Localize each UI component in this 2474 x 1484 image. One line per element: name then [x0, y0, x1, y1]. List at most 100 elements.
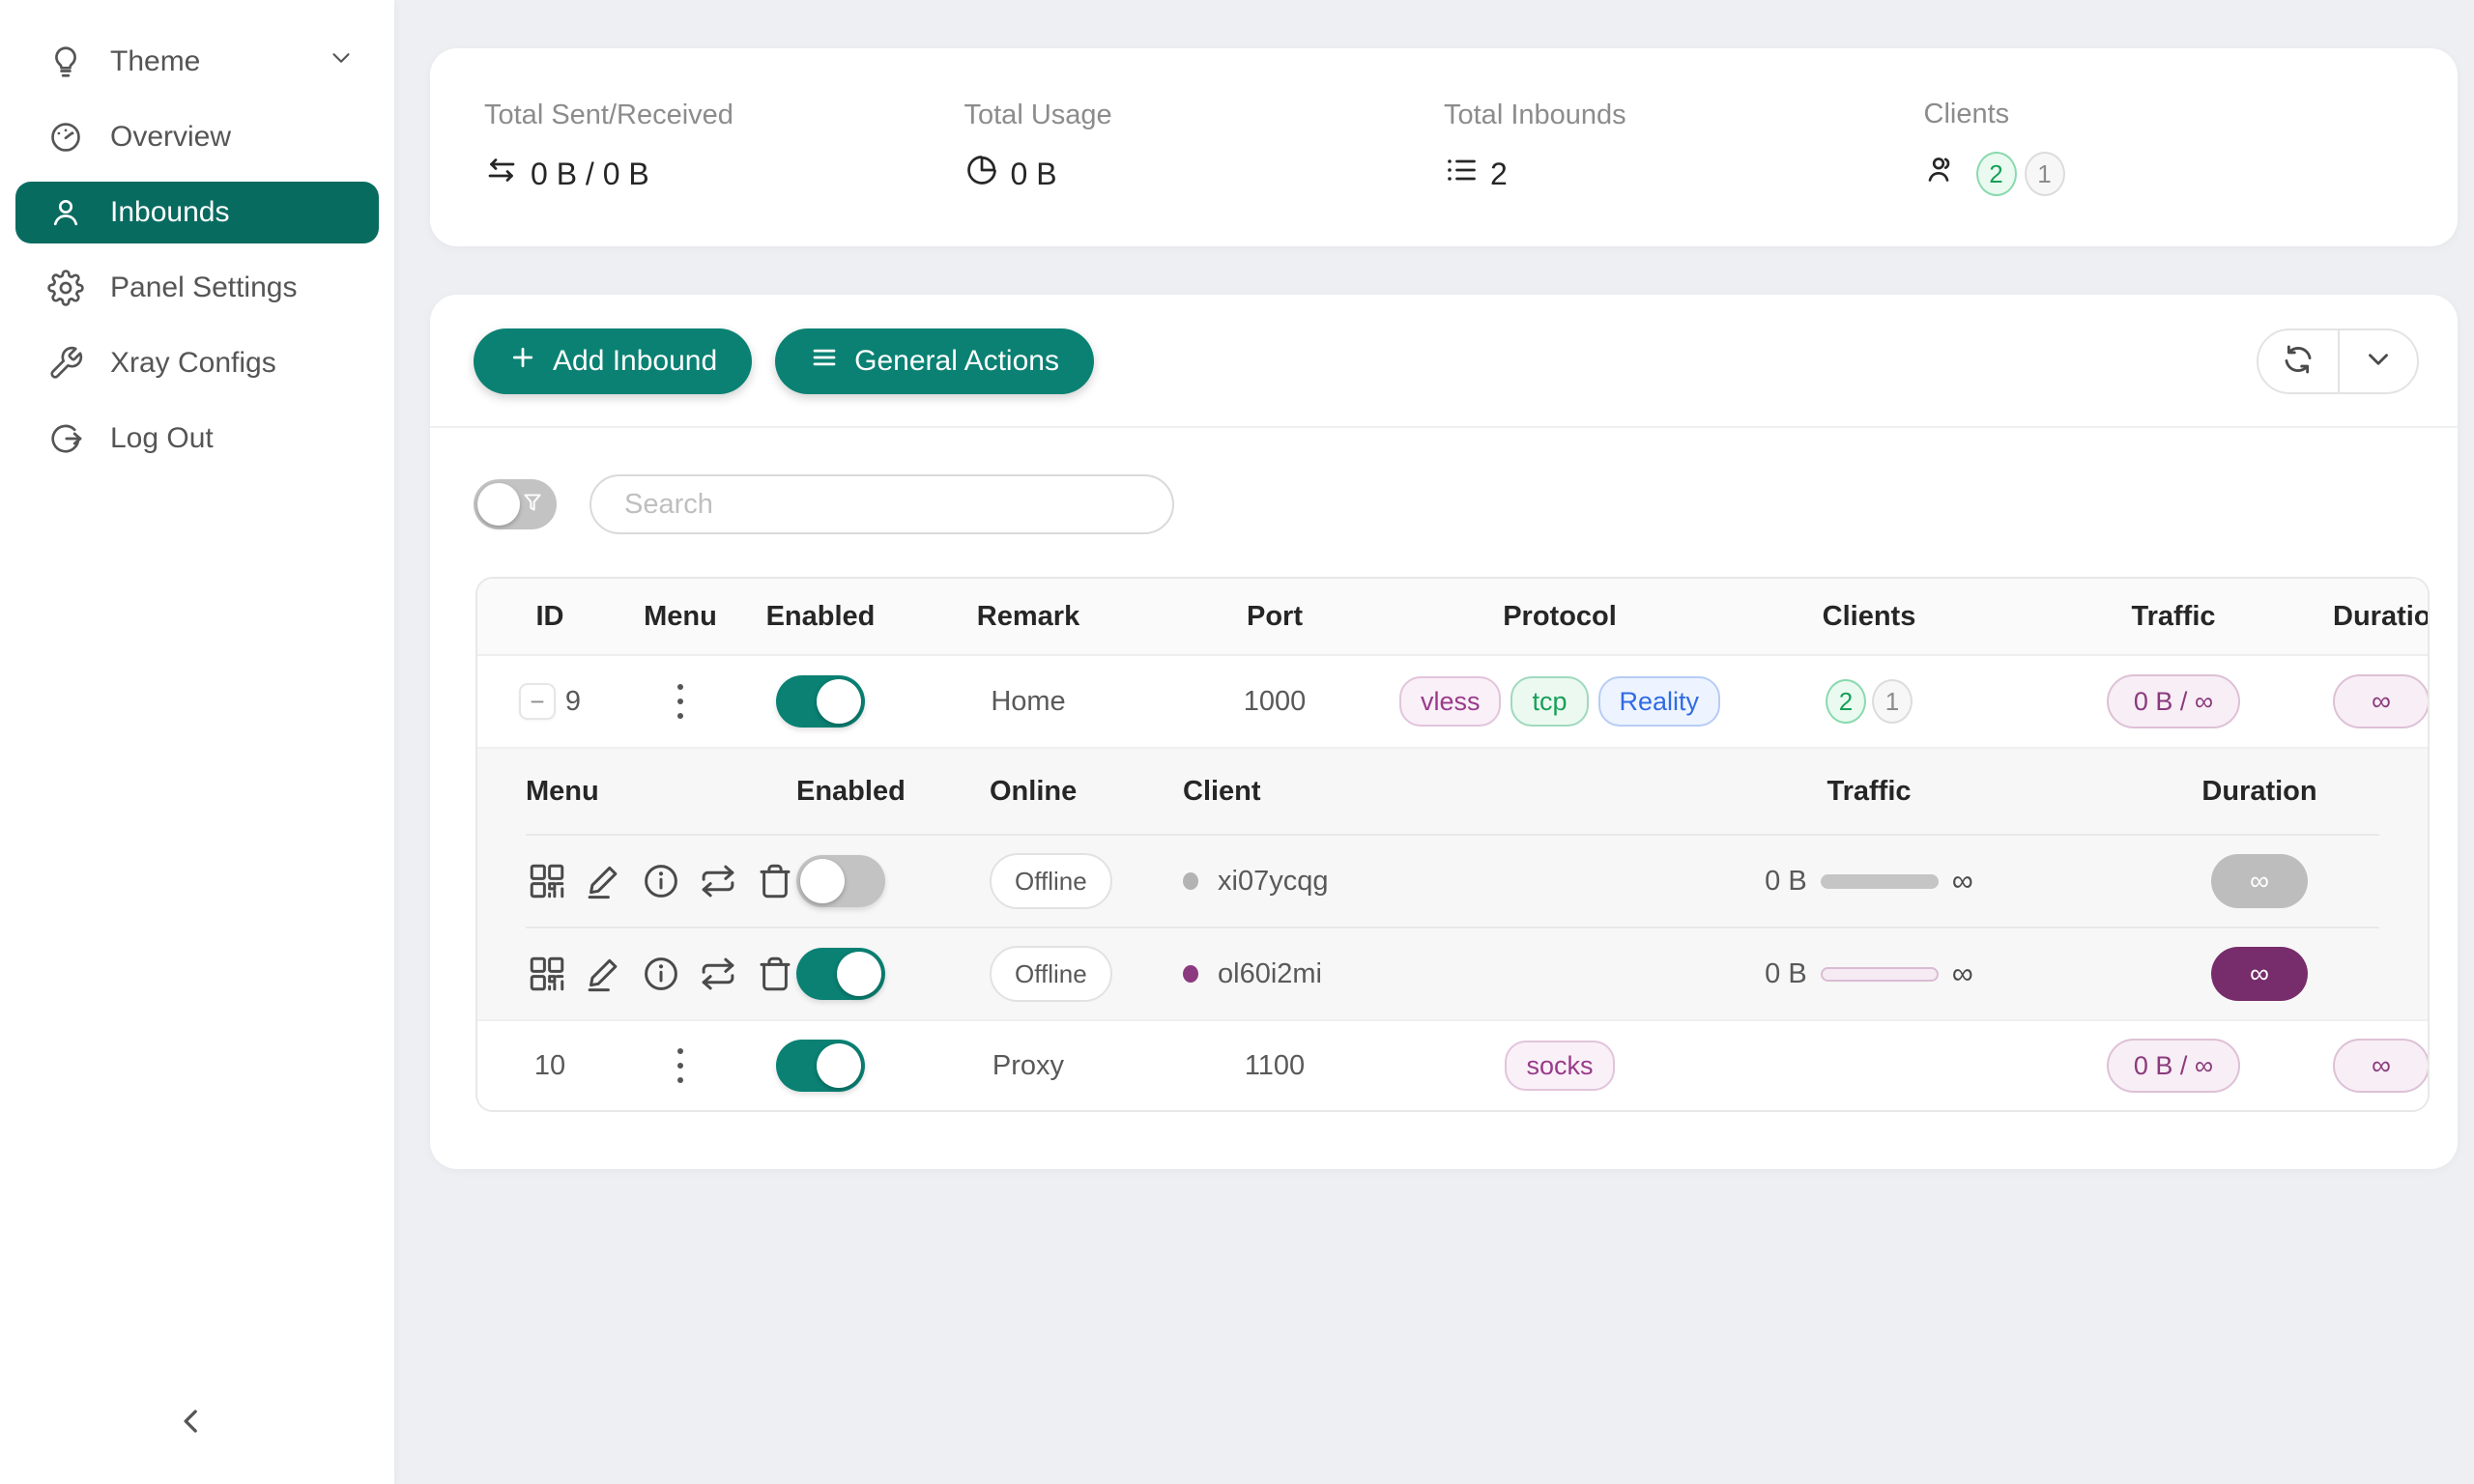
- inbound-port: 1100: [1154, 1050, 1395, 1082]
- subcol-header-client: Client: [1183, 776, 1598, 808]
- filter-toggle[interactable]: [474, 479, 557, 529]
- sidebar-item-log-out[interactable]: Log Out: [15, 408, 379, 470]
- client-name: xi07ycqg: [1218, 866, 1328, 898]
- stat-value: 2: [1490, 157, 1508, 192]
- col-header-port: Port: [1154, 601, 1395, 633]
- delete-button[interactable]: [753, 952, 796, 996]
- inbound-row-9: − 9 Home 1000 vless tcp Reality 2 1: [477, 656, 2428, 747]
- col-header-id: ID: [477, 601, 622, 633]
- refresh-button-group: [2257, 328, 2419, 394]
- col-header-menu: Menu: [622, 601, 738, 633]
- chevron-left-icon: [172, 1428, 211, 1444]
- sidebar-item-label: Overview: [110, 121, 231, 154]
- client-enabled-toggle[interactable]: [796, 855, 885, 907]
- pie-chart-icon: [964, 153, 999, 195]
- stat-clients: Clients 2 1: [1924, 99, 2404, 196]
- sidebar-item-overview[interactable]: Overview: [15, 106, 379, 168]
- inbound-enabled-toggle[interactable]: [776, 675, 865, 728]
- stat-label: Total Usage: [964, 100, 1445, 131]
- gear-icon: [46, 269, 85, 307]
- arrows-swap-icon: [484, 153, 519, 195]
- stat-total-inbounds: Total Inbounds 2: [1444, 100, 1924, 195]
- traffic-used: 0 B: [1765, 866, 1807, 898]
- sidebar-item-label: Panel Settings: [110, 271, 297, 304]
- duration-pill: ∞: [2211, 854, 2308, 908]
- stat-label: Clients: [1924, 99, 2404, 130]
- traffic-limit: ∞: [1952, 956, 1973, 991]
- main-content: Total Sent/Received 0 B / 0 B Total Usag…: [394, 0, 2474, 1484]
- duration-pill: ∞: [2211, 947, 2308, 1001]
- refresh-icon: [2282, 343, 2315, 381]
- table-header-row: ID Menu Enabled Remark Port Protocol Cli…: [477, 579, 2428, 656]
- online-status-badge: Offline: [990, 946, 1112, 1002]
- sidebar-item-xray-configs[interactable]: Xray Configs: [15, 332, 379, 394]
- protocol-tag-vless[interactable]: vless: [1399, 676, 1502, 727]
- stat-total-usage: Total Usage 0 B: [964, 100, 1445, 195]
- collapse-row-button[interactable]: −: [519, 683, 556, 720]
- traffic-progress-bar: [1821, 967, 1939, 982]
- col-header-enabled: Enabled: [738, 601, 903, 633]
- traffic-used: 0 B: [1765, 958, 1807, 990]
- col-header-protocol: Protocol: [1395, 601, 1724, 633]
- sidebar-item-label: Xray Configs: [110, 347, 276, 380]
- clients-disabled-badge: 1: [2025, 152, 2065, 196]
- info-button[interactable]: [640, 952, 683, 996]
- plus-icon: [508, 343, 537, 380]
- client-enabled-toggle[interactable]: [796, 948, 885, 1000]
- traffic-progress-bar: [1821, 874, 1939, 889]
- inbound-id: 10: [534, 1050, 565, 1082]
- subcol-header-menu: Menu: [526, 776, 796, 808]
- toolbar: Add Inbound General Actions: [430, 328, 2458, 395]
- inbound-remark: Home: [903, 686, 1154, 718]
- sidebar-item-panel-settings[interactable]: Panel Settings: [15, 257, 379, 319]
- refresh-button[interactable]: [2258, 330, 2338, 392]
- protocol-tag-socks[interactable]: socks: [1505, 1041, 1614, 1091]
- traffic-pill: 0 B / ∞: [2107, 674, 2240, 728]
- inbound-row-10: 10 Proxy 1100 socks 0 B / ∞ ∞: [477, 1019, 2428, 1110]
- sidebar-item-label: Theme: [110, 45, 200, 78]
- stat-label: Total Sent/Received: [484, 100, 964, 131]
- duration-pill: ∞: [2333, 1039, 2430, 1093]
- subcol-header-duration: Duration: [2140, 776, 2379, 808]
- duration-pill: ∞: [2333, 674, 2430, 728]
- info-button[interactable]: [640, 859, 683, 903]
- protocol-tag-tcp[interactable]: tcp: [1510, 676, 1588, 727]
- reset-traffic-button[interactable]: [696, 952, 739, 996]
- general-actions-button[interactable]: General Actions: [775, 328, 1094, 394]
- users-icon: [1924, 153, 1959, 195]
- row-menu-button[interactable]: [672, 1042, 689, 1089]
- logout-icon: [46, 419, 85, 458]
- inbounds-table: ID Menu Enabled Remark Port Protocol Cli…: [475, 577, 2430, 1112]
- traffic-pill: 0 B / ∞: [2107, 1039, 2240, 1093]
- clients-disabled-badge: 1: [1872, 679, 1913, 724]
- edit-button[interactable]: [583, 952, 626, 996]
- stats-card: Total Sent/Received 0 B / 0 B Total Usag…: [430, 48, 2458, 246]
- client-status-dot: [1183, 872, 1198, 890]
- col-header-remark: Remark: [903, 601, 1154, 633]
- inbound-enabled-toggle[interactable]: [776, 1040, 865, 1092]
- delete-button[interactable]: [753, 859, 796, 903]
- stat-value: 0 B: [1011, 157, 1057, 192]
- row-menu-button[interactable]: [672, 678, 689, 725]
- refresh-options-button[interactable]: [2338, 330, 2417, 392]
- sidebar-item-inbounds[interactable]: Inbounds: [15, 182, 379, 243]
- client-row-ol60i2mi: Offline ol60i2mi 0 B ∞ ∞: [526, 927, 2379, 1019]
- search-row: [430, 428, 2458, 534]
- subcol-header-enabled: Enabled: [796, 776, 990, 808]
- edit-button[interactable]: [583, 859, 626, 903]
- inbound-port: 1000: [1154, 686, 1395, 718]
- protocol-tag-reality[interactable]: Reality: [1598, 676, 1721, 727]
- sidebar-item-theme[interactable]: Theme: [15, 31, 379, 93]
- stat-label: Total Inbounds: [1444, 100, 1924, 131]
- qr-code-button[interactable]: [526, 952, 569, 996]
- sidebar-item-label: Inbounds: [110, 196, 229, 229]
- chevron-down-icon: [327, 43, 356, 80]
- reset-traffic-button[interactable]: [696, 859, 739, 903]
- add-inbound-button[interactable]: Add Inbound: [474, 328, 752, 394]
- sidebar-collapse-button[interactable]: [172, 1402, 211, 1445]
- hamburger-menu-icon: [810, 343, 839, 380]
- qr-code-button[interactable]: [526, 859, 569, 903]
- list-icon: [1444, 153, 1479, 195]
- toggle-knob: [477, 483, 520, 526]
- search-input[interactable]: [590, 474, 1174, 534]
